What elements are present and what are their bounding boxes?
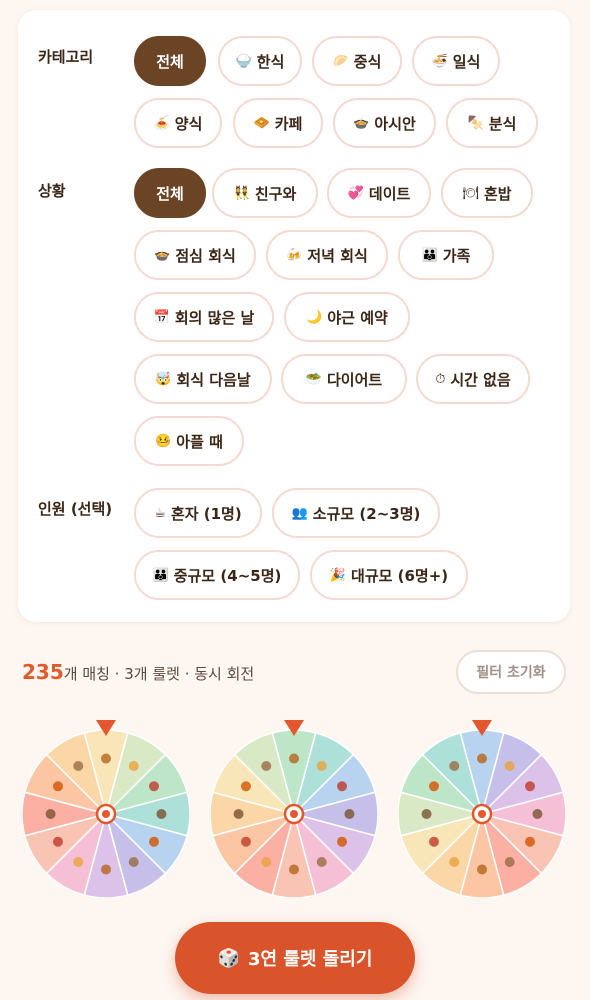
situation-chip-family[interactable]: 👪 가족 bbox=[398, 230, 494, 280]
food-icon bbox=[525, 781, 536, 792]
category-chip-cafe[interactable]: 🧇 카페 bbox=[233, 98, 323, 148]
food-icon bbox=[477, 753, 487, 764]
food-icon bbox=[261, 857, 272, 868]
family-icon: 👪 bbox=[421, 247, 438, 263]
category-chip-all[interactable]: 전체 bbox=[134, 36, 206, 86]
family-icon: 👪 bbox=[152, 567, 169, 583]
food-icon bbox=[477, 864, 487, 875]
food-icon bbox=[337, 836, 348, 847]
food-icon bbox=[52, 836, 63, 847]
food-icon bbox=[428, 836, 439, 847]
hearts-icon: 💞 bbox=[347, 185, 364, 201]
situation-chip-evening-party[interactable]: 🍻 저녁 회식 bbox=[266, 230, 388, 280]
coffee-icon: ☕ bbox=[154, 505, 166, 521]
category-chip-japanese[interactable]: 🍜 일식 bbox=[412, 36, 500, 86]
situation-label: 상황 bbox=[38, 182, 66, 200]
situation-chip-lunch-dinner-party[interactable]: 🍲 점심 회식 bbox=[134, 230, 256, 280]
waffle-icon: 🧇 bbox=[253, 115, 270, 131]
category-chip-korean[interactable]: 🍚 한식 bbox=[218, 36, 302, 86]
people-icon: 👥 bbox=[291, 505, 308, 521]
spaghetti-icon: 🍝 bbox=[153, 115, 170, 131]
category-label: 카테고리 bbox=[38, 48, 94, 66]
food-icon bbox=[240, 781, 251, 792]
food-icon bbox=[504, 760, 515, 771]
category-chip-asian[interactable]: 🍲 아시안 bbox=[333, 98, 436, 148]
food-icon bbox=[261, 760, 272, 771]
food-icon bbox=[149, 781, 160, 792]
food-icon bbox=[344, 809, 355, 819]
food-icon bbox=[525, 836, 536, 847]
food-icon bbox=[449, 760, 460, 771]
food-icon bbox=[289, 864, 299, 875]
roulette-wheel-2[interactable] bbox=[210, 720, 378, 898]
food-icon bbox=[101, 864, 111, 875]
roulette-wheel-3[interactable] bbox=[398, 720, 566, 898]
food-icon bbox=[532, 809, 543, 819]
situation-chip-sick[interactable]: 🤒 아플 때 bbox=[134, 416, 244, 466]
skewer-icon: 🍢 bbox=[467, 115, 484, 131]
food-icon bbox=[289, 753, 299, 764]
match-summary: 235개 매칭 · 3개 룰렛 · 동시 회전 bbox=[22, 660, 254, 684]
moon-icon: 🌙 bbox=[306, 309, 323, 325]
rice-icon: 🍚 bbox=[235, 53, 252, 69]
category-chip-snack[interactable]: 🍢 분식 bbox=[446, 98, 538, 148]
situation-chip-diet[interactable]: 🥗 다이어트 bbox=[281, 354, 407, 404]
situation-chip-no-time[interactable]: ⏱ 시간 없음 bbox=[416, 354, 530, 404]
food-icon bbox=[233, 809, 244, 819]
exploding-head-icon: 🤯 bbox=[155, 371, 172, 387]
food-icon bbox=[316, 857, 327, 868]
food-icon bbox=[428, 781, 439, 792]
food-icon bbox=[128, 760, 139, 771]
friends-icon: 👯 bbox=[233, 185, 250, 201]
people-chip-medium[interactable]: 👪 중규모 (4~5명) bbox=[134, 550, 300, 600]
food-icon bbox=[337, 781, 348, 792]
food-icon bbox=[149, 836, 160, 847]
wheel-center-dot bbox=[102, 810, 110, 818]
situation-chip-hangover[interactable]: 🤯 회식 다음날 bbox=[134, 354, 272, 404]
food-icon bbox=[45, 809, 56, 819]
reset-filters-button[interactable]: 필터 초기화 bbox=[456, 650, 566, 694]
food-icon bbox=[73, 857, 84, 868]
match-count: 235 bbox=[22, 660, 64, 684]
plate-icon: 🍽 bbox=[462, 185, 479, 201]
food-icon bbox=[240, 836, 251, 847]
food-icon bbox=[156, 809, 167, 819]
food-icon bbox=[449, 857, 460, 868]
food-icon bbox=[52, 781, 63, 792]
food-icon bbox=[316, 760, 327, 771]
roulette-wheel-1[interactable] bbox=[22, 720, 190, 898]
stopwatch-icon: ⏱ bbox=[435, 371, 446, 387]
noodle-icon: 🍜 bbox=[431, 53, 448, 69]
situation-chip-friends[interactable]: 👯 친구와 bbox=[212, 168, 318, 218]
match-summary-text: 개 매칭 · 3개 룰렛 · 동시 회전 bbox=[63, 665, 255, 683]
food-icon bbox=[73, 760, 84, 771]
sick-face-icon: 🤒 bbox=[155, 433, 172, 449]
dumpling-icon: 🥟 bbox=[332, 53, 349, 69]
situation-chip-overtime[interactable]: 🌙 야근 예약 bbox=[284, 292, 410, 342]
people-chip-large[interactable]: 🎉 대규모 (6명+) bbox=[310, 550, 468, 600]
wheel-center-dot bbox=[290, 810, 298, 818]
wheel-center-dot bbox=[478, 810, 486, 818]
people-chip-solo[interactable]: ☕ 혼자 (1명) bbox=[134, 488, 262, 538]
food-icon bbox=[101, 753, 111, 764]
beer-icon: 🍻 bbox=[286, 247, 303, 263]
people-label: 인원 (선택) bbox=[38, 500, 113, 518]
situation-chip-meeting-day[interactable]: 📅 회의 많은 날 bbox=[134, 292, 274, 342]
food-icon bbox=[128, 857, 139, 868]
curry-icon: 🍲 bbox=[353, 115, 370, 131]
party-popper-icon: 🎉 bbox=[329, 567, 347, 583]
situation-chip-all[interactable]: 전체 bbox=[134, 168, 206, 218]
salad-icon: 🥗 bbox=[305, 371, 322, 387]
category-chip-western[interactable]: 🍝 양식 bbox=[134, 98, 222, 148]
pot-icon: 🍲 bbox=[154, 247, 171, 263]
food-icon bbox=[421, 809, 432, 819]
food-icon bbox=[504, 857, 515, 868]
dice-icon: 🎲 bbox=[217, 947, 240, 969]
spin-roulette-button[interactable]: 🎲 3연 룰렛 돌리기 bbox=[175, 922, 415, 994]
situation-chip-date[interactable]: 💞 데이트 bbox=[327, 168, 431, 218]
calendar-icon: 📅 bbox=[153, 309, 170, 325]
category-chip-chinese[interactable]: 🥟 중식 bbox=[312, 36, 402, 86]
people-chip-small[interactable]: 👥 소규모 (2~3명) bbox=[272, 488, 440, 538]
situation-chip-solo-meal[interactable]: 🍽 혼밥 bbox=[441, 168, 533, 218]
